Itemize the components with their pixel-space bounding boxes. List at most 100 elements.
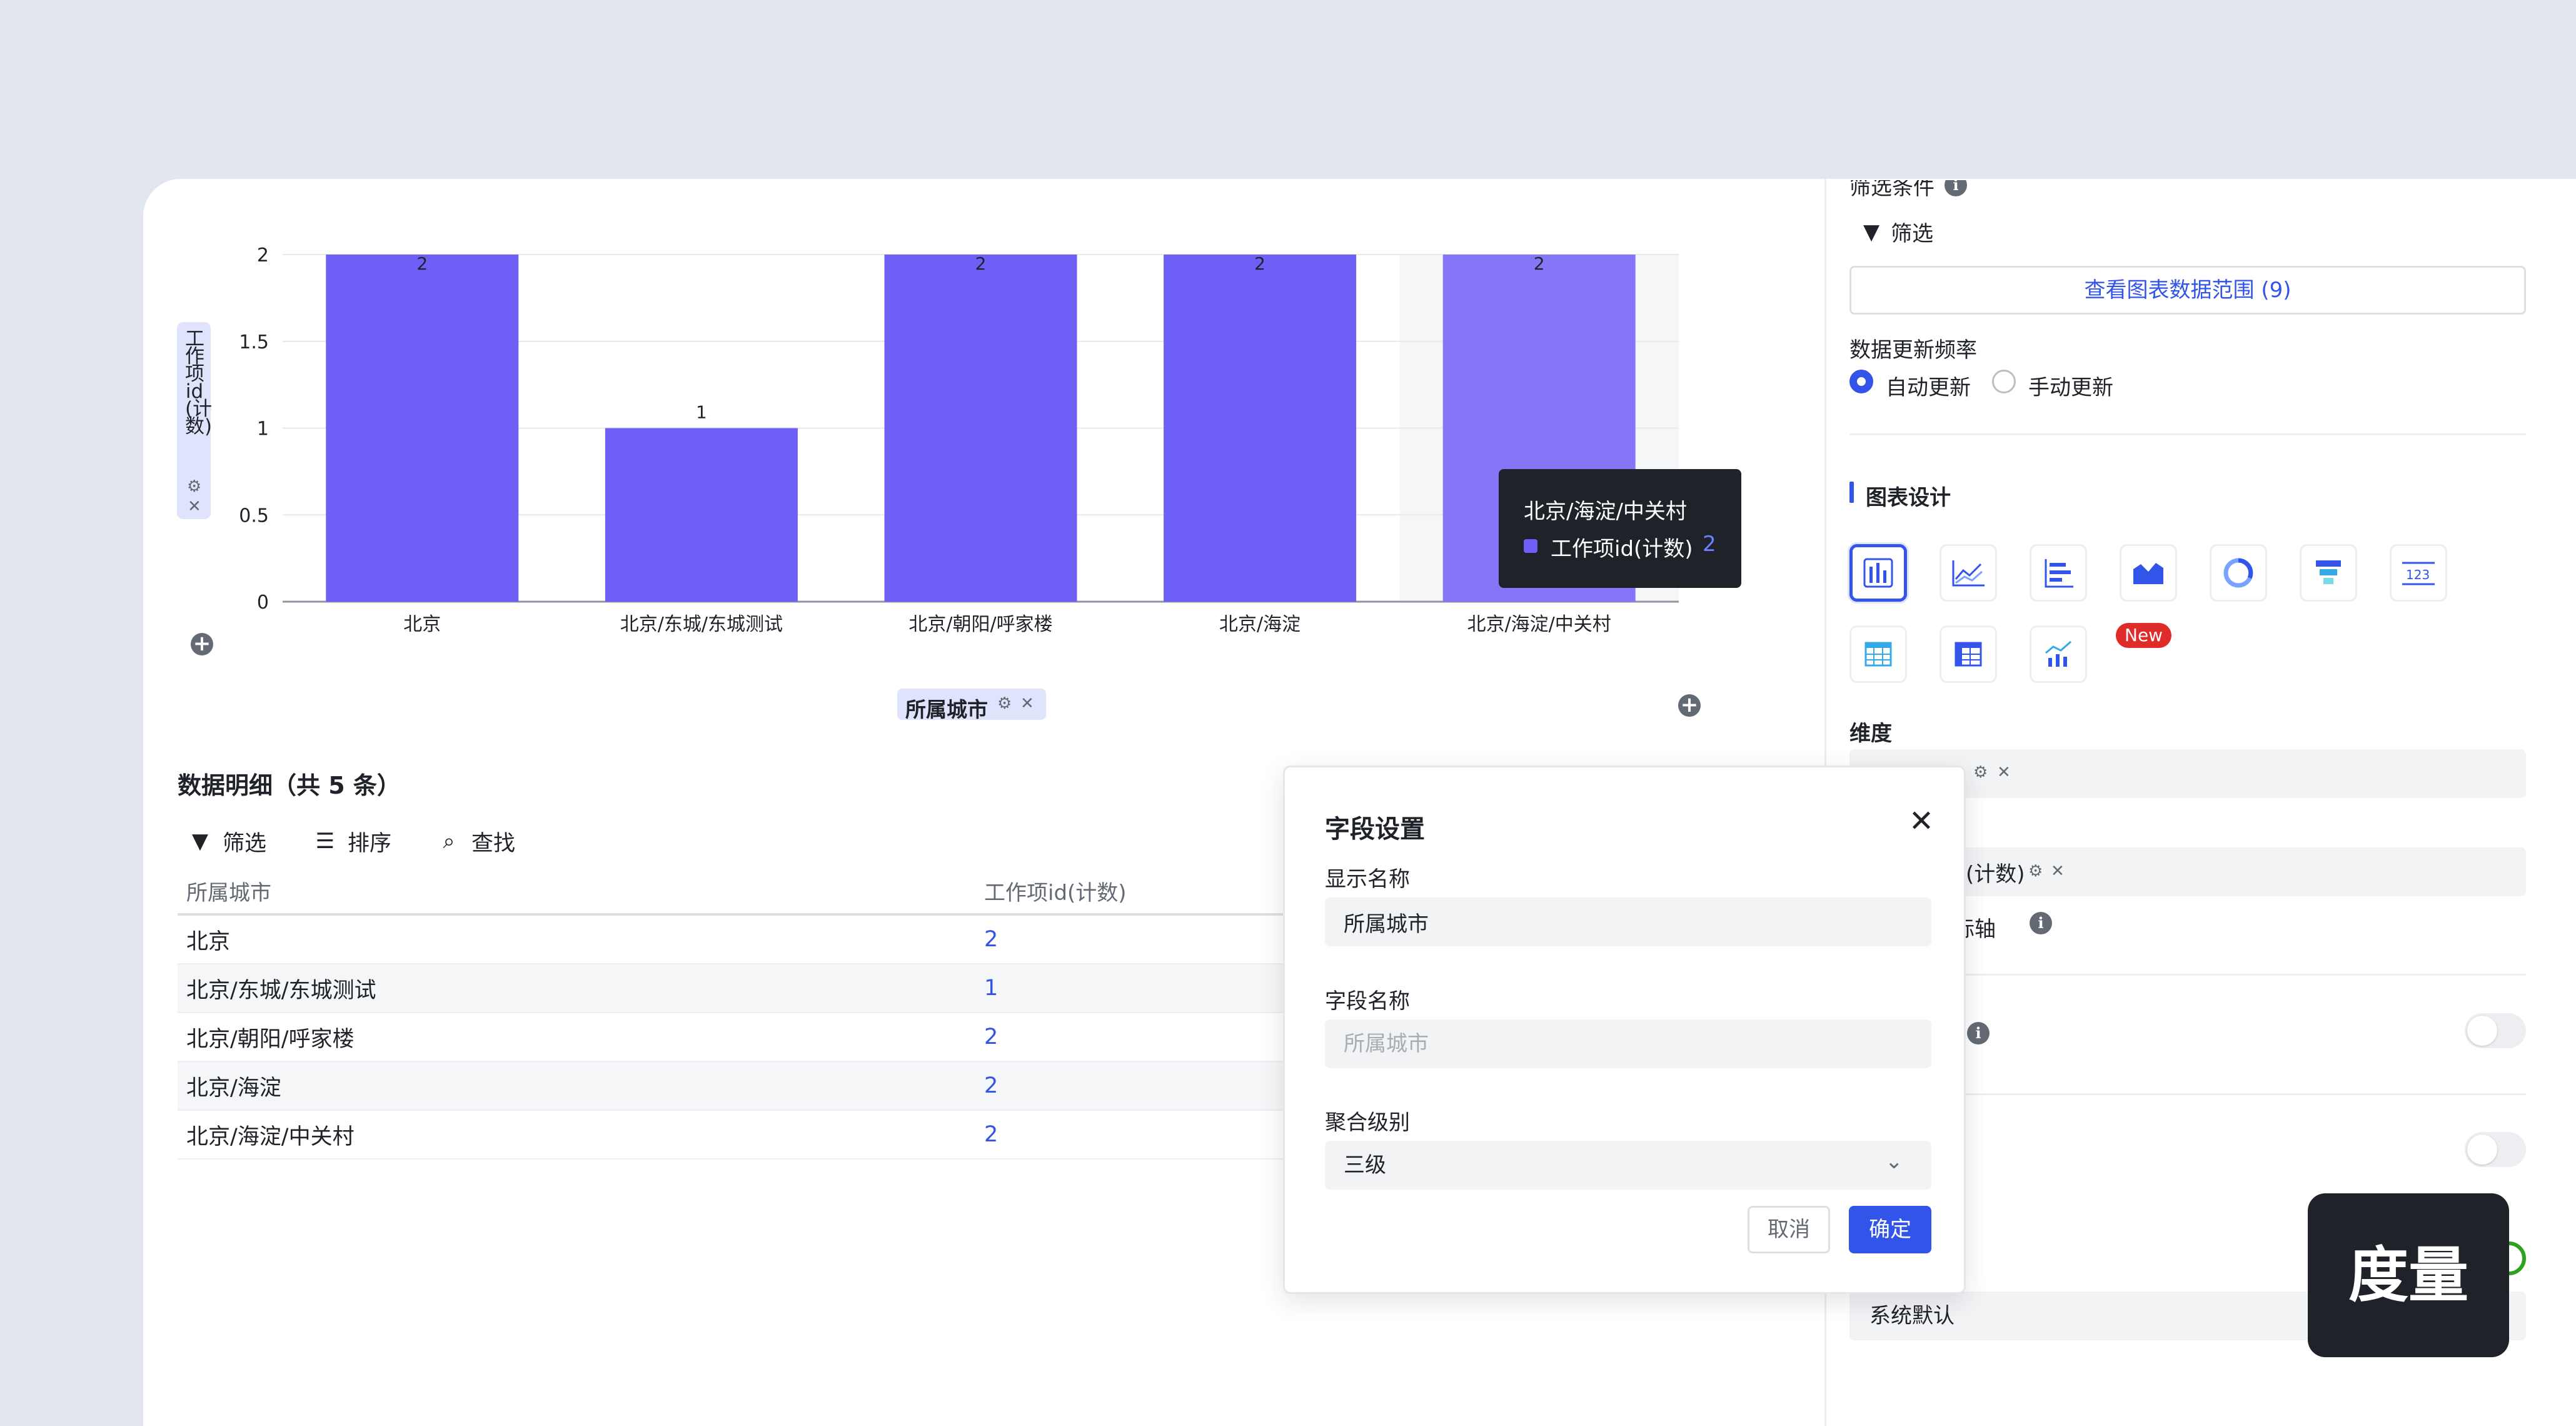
- info-icon[interactable]: i: [1945, 180, 1967, 196]
- add-x-field-icon[interactable]: +: [1678, 694, 1701, 717]
- panel-filter-label: 筛选: [1891, 221, 1934, 246]
- area-chart-icon: [2133, 563, 2163, 584]
- pivot-table-type-button[interactable]: [1940, 625, 1997, 683]
- data-label: 2: [1254, 253, 1265, 274]
- cell-count[interactable]: 2: [984, 1024, 1303, 1049]
- table-row: 北京/东城/东城测试 1: [178, 964, 1303, 1013]
- close-icon[interactable]: ✕: [1903, 802, 1940, 840]
- display-name-input[interactable]: [1325, 898, 1931, 946]
- cell-city: 北京/东城/东城测试: [186, 978, 376, 1003]
- column-header-city[interactable]: 所属城市: [178, 876, 984, 906]
- info-icon[interactable]: i: [2030, 912, 2052, 934]
- field-settings-dialog: 字段设置 ✕ 显示名称 字段名称 聚合级别 三级 ⌄ 取消 确定: [1283, 766, 1966, 1294]
- chart-tooltip: 北京/海淀/中关村 工作项id(计数) 2: [1499, 469, 1741, 588]
- cell-city: 北京/朝阳/呼家楼: [186, 1026, 355, 1052]
- gear-icon[interactable]: ⚙: [2028, 862, 2043, 881]
- display-name-label: 显示名称: [1325, 867, 1410, 892]
- y-tick-label: 1.5: [239, 331, 269, 353]
- chart-design-title: 图表设计: [1866, 485, 1951, 510]
- option-toggle[interactable]: [2465, 1132, 2526, 1167]
- cell-count[interactable]: 2: [984, 1122, 1303, 1147]
- find-icon: ⌕: [443, 829, 455, 854]
- data-label: 2: [975, 253, 987, 274]
- gear-icon[interactable]: ⚙: [187, 477, 201, 496]
- view-data-range-button[interactable]: 查看图表数据范围 (9): [1849, 266, 2526, 315]
- x-tick-label: 北京: [403, 614, 441, 635]
- detail-filter-label: 筛选: [223, 831, 267, 856]
- confirm-button[interactable]: 确定: [1849, 1206, 1931, 1253]
- combo-chart-icon: [2045, 640, 2071, 667]
- horizontal-bar-chart-icon: [2045, 559, 2073, 588]
- aggregation-level-label: 聚合级别: [1325, 1110, 1410, 1135]
- table-row: 北京/海淀 2: [178, 1062, 1303, 1111]
- y-tick-label: 2: [257, 245, 269, 266]
- field-name-input[interactable]: [1325, 1019, 1931, 1068]
- data-label: 1: [696, 402, 707, 423]
- detail-find-button[interactable]: ⌕ 查找: [436, 826, 515, 857]
- cell-count[interactable]: 2: [984, 1073, 1303, 1098]
- funnel-chart-type-button[interactable]: [2300, 544, 2357, 602]
- number-card-type-button[interactable]: 123: [2390, 544, 2447, 602]
- cell-count[interactable]: 2: [984, 927, 1303, 952]
- table-type-button[interactable]: [1849, 625, 1907, 683]
- filter-icon: ▼: [1863, 219, 1880, 245]
- y-axis-field-label: 工作项id(计数): [185, 328, 213, 438]
- line-chart-type-button[interactable]: [1940, 544, 1997, 602]
- gear-icon[interactable]: ⚙: [1973, 763, 1988, 782]
- table-row: 北京 2: [178, 916, 1303, 964]
- auto-update-radio[interactable]: [1849, 370, 1873, 393]
- filter-section-title: 筛选条件: [1849, 175, 1935, 200]
- close-icon[interactable]: ✕: [2051, 862, 2065, 881]
- detail-sort-button[interactable]: ☰ 排序: [313, 826, 391, 857]
- measure-tag-label: (计数): [1966, 862, 2025, 887]
- new-badge: New: [2116, 623, 2172, 648]
- donut-chart-type-button[interactable]: [2210, 544, 2267, 602]
- gear-icon[interactable]: ⚙: [997, 694, 1012, 713]
- sort-icon: ☰: [315, 829, 335, 854]
- number-card-icon: 123: [2402, 562, 2435, 585]
- filter-icon: ▼: [191, 829, 209, 854]
- horizontal-bar-chart-type-button[interactable]: [2030, 544, 2087, 602]
- x-axis-field-label: 所属城市: [905, 697, 988, 722]
- bar: [605, 428, 798, 602]
- table-icon: [1864, 642, 1892, 667]
- section-accent: [1849, 482, 1854, 503]
- bar-chart: 0 0.5 1 1.5 2 2 北京 1 北京/东城/东城测试 2 北京/朝阳/呼家楼 2 北京/海淀 2…: [239, 245, 1679, 635]
- manual-update-radio[interactable]: [1992, 370, 2016, 393]
- manual-update-label: 手动更新: [2028, 375, 2113, 400]
- data-label: 2: [1534, 253, 1545, 274]
- detail-find-label: 查找: [471, 831, 516, 856]
- column-header-count[interactable]: 工作项id(计数): [984, 876, 1303, 906]
- field-name-label: 字段名称: [1325, 989, 1410, 1014]
- cell-count[interactable]: 1: [984, 976, 1303, 1001]
- bar: [1164, 255, 1357, 602]
- cancel-button[interactable]: 取消: [1748, 1206, 1830, 1253]
- close-icon[interactable]: ✕: [1020, 694, 1034, 713]
- area-chart-type-button[interactable]: [2120, 544, 2177, 602]
- table-row: 北京/朝阳/呼家楼 2: [178, 1013, 1303, 1062]
- y-tick-label: 1: [257, 418, 269, 440]
- close-icon[interactable]: ✕: [188, 497, 201, 516]
- detail-title: 数据明细（共 5 条）: [178, 772, 401, 799]
- line-chart-icon: [1952, 560, 1985, 587]
- info-icon[interactable]: i: [1967, 1022, 1990, 1044]
- y-tick-label: 0: [257, 592, 269, 614]
- x-tick-label: 北京/朝阳/呼家楼: [908, 614, 1052, 635]
- detail-filter-button[interactable]: ▼ 筛选: [188, 826, 266, 857]
- option-toggle[interactable]: [2465, 1013, 2526, 1048]
- detail-table: 所属城市 工作项id(计数) 北京 2 北京/东城/东城测试 1 北京/朝阳/呼…: [178, 868, 1303, 1160]
- tooltip-series: 工作项id(计数): [1551, 537, 1693, 562]
- svg-text:123: 123: [2406, 567, 2430, 582]
- auto-update-label: 自动更新: [1886, 375, 1971, 400]
- close-icon[interactable]: ✕: [1997, 763, 2011, 782]
- funnel-chart-icon: [2316, 560, 2341, 584]
- aggregation-level-select[interactable]: 三级: [1325, 1141, 1931, 1190]
- panel-filter-button[interactable]: ▼ 筛选: [1863, 216, 1933, 247]
- bar-chart-type-button[interactable]: [1849, 544, 1907, 602]
- combo-chart-type-button[interactable]: [2030, 625, 2087, 683]
- donut-chart-icon: [2223, 558, 2253, 588]
- x-tick-label: 北京/海淀: [1219, 614, 1301, 635]
- tooltip-swatch: [1524, 539, 1537, 553]
- add-y-field-icon[interactable]: +: [191, 633, 213, 655]
- dialog-title: 字段设置: [1325, 815, 1425, 844]
